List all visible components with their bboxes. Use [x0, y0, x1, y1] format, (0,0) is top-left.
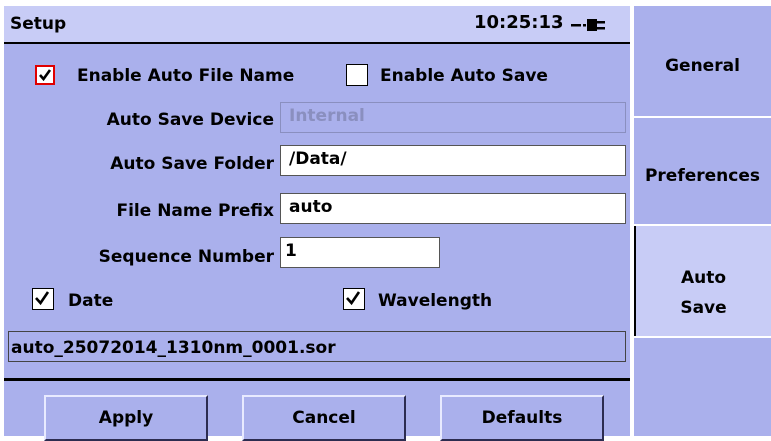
sequence-number-label: Sequence Number [98, 247, 274, 267]
wavelength-checkbox[interactable] [343, 288, 365, 310]
sequence-number-field[interactable]: 1 [280, 237, 440, 268]
apply-button[interactable]: Apply [44, 395, 208, 441]
auto-save-device-label: Auto Save Device [106, 110, 274, 130]
title-bar: Setup 10:25:13 [4, 6, 630, 44]
tab-empty [634, 338, 771, 436]
tab-preferences[interactable]: Preferences [634, 118, 771, 224]
tab-preferences-label: Preferences [644, 166, 761, 186]
enable-auto-save-checkbox[interactable] [346, 64, 368, 86]
filename-preview: auto_25072014_1310nm_0001.sor [8, 331, 626, 362]
enable-auto-file-name-checkbox[interactable] [35, 65, 55, 85]
tab-column: General Preferences Auto Save [634, 6, 771, 436]
date-label[interactable]: Date [68, 291, 113, 311]
tab-auto-save-label-line2: Save [680, 298, 727, 318]
auto-save-device-field: Internal [280, 102, 626, 133]
tab-auto-save[interactable]: Auto Save [634, 226, 771, 336]
checkmark-icon [346, 291, 361, 306]
date-checkbox[interactable] [32, 288, 54, 310]
enable-auto-file-name-label[interactable]: Enable Auto File Name [77, 66, 294, 86]
enable-auto-save-label[interactable]: Enable Auto Save [380, 66, 548, 86]
screen: Setup 10:25:13 Enable Auto File Name Ena… [0, 0, 771, 441]
auto-save-folder-label: Auto Save Folder [110, 154, 274, 174]
auto-save-folder-field[interactable]: /Data/ [280, 145, 626, 176]
tab-general[interactable]: General [634, 6, 771, 116]
checkmark-icon [39, 69, 52, 82]
page-title: Setup [10, 14, 67, 34]
file-name-prefix-label: File Name Prefix [116, 201, 274, 221]
clock: 10:25:13 [474, 12, 564, 33]
wavelength-label[interactable]: Wavelength [378, 291, 492, 311]
file-name-prefix-field[interactable]: auto [280, 193, 626, 224]
setup-panel: Setup 10:25:13 Enable Auto File Name Ena… [4, 6, 630, 441]
plug-icon [571, 19, 605, 31]
checkmark-icon [35, 291, 50, 306]
defaults-button[interactable]: Defaults [440, 395, 604, 441]
tab-general-label: General [665, 56, 740, 76]
divider [4, 378, 630, 381]
cancel-button[interactable]: Cancel [242, 395, 406, 441]
tab-auto-save-label-line1: Auto [680, 268, 727, 288]
